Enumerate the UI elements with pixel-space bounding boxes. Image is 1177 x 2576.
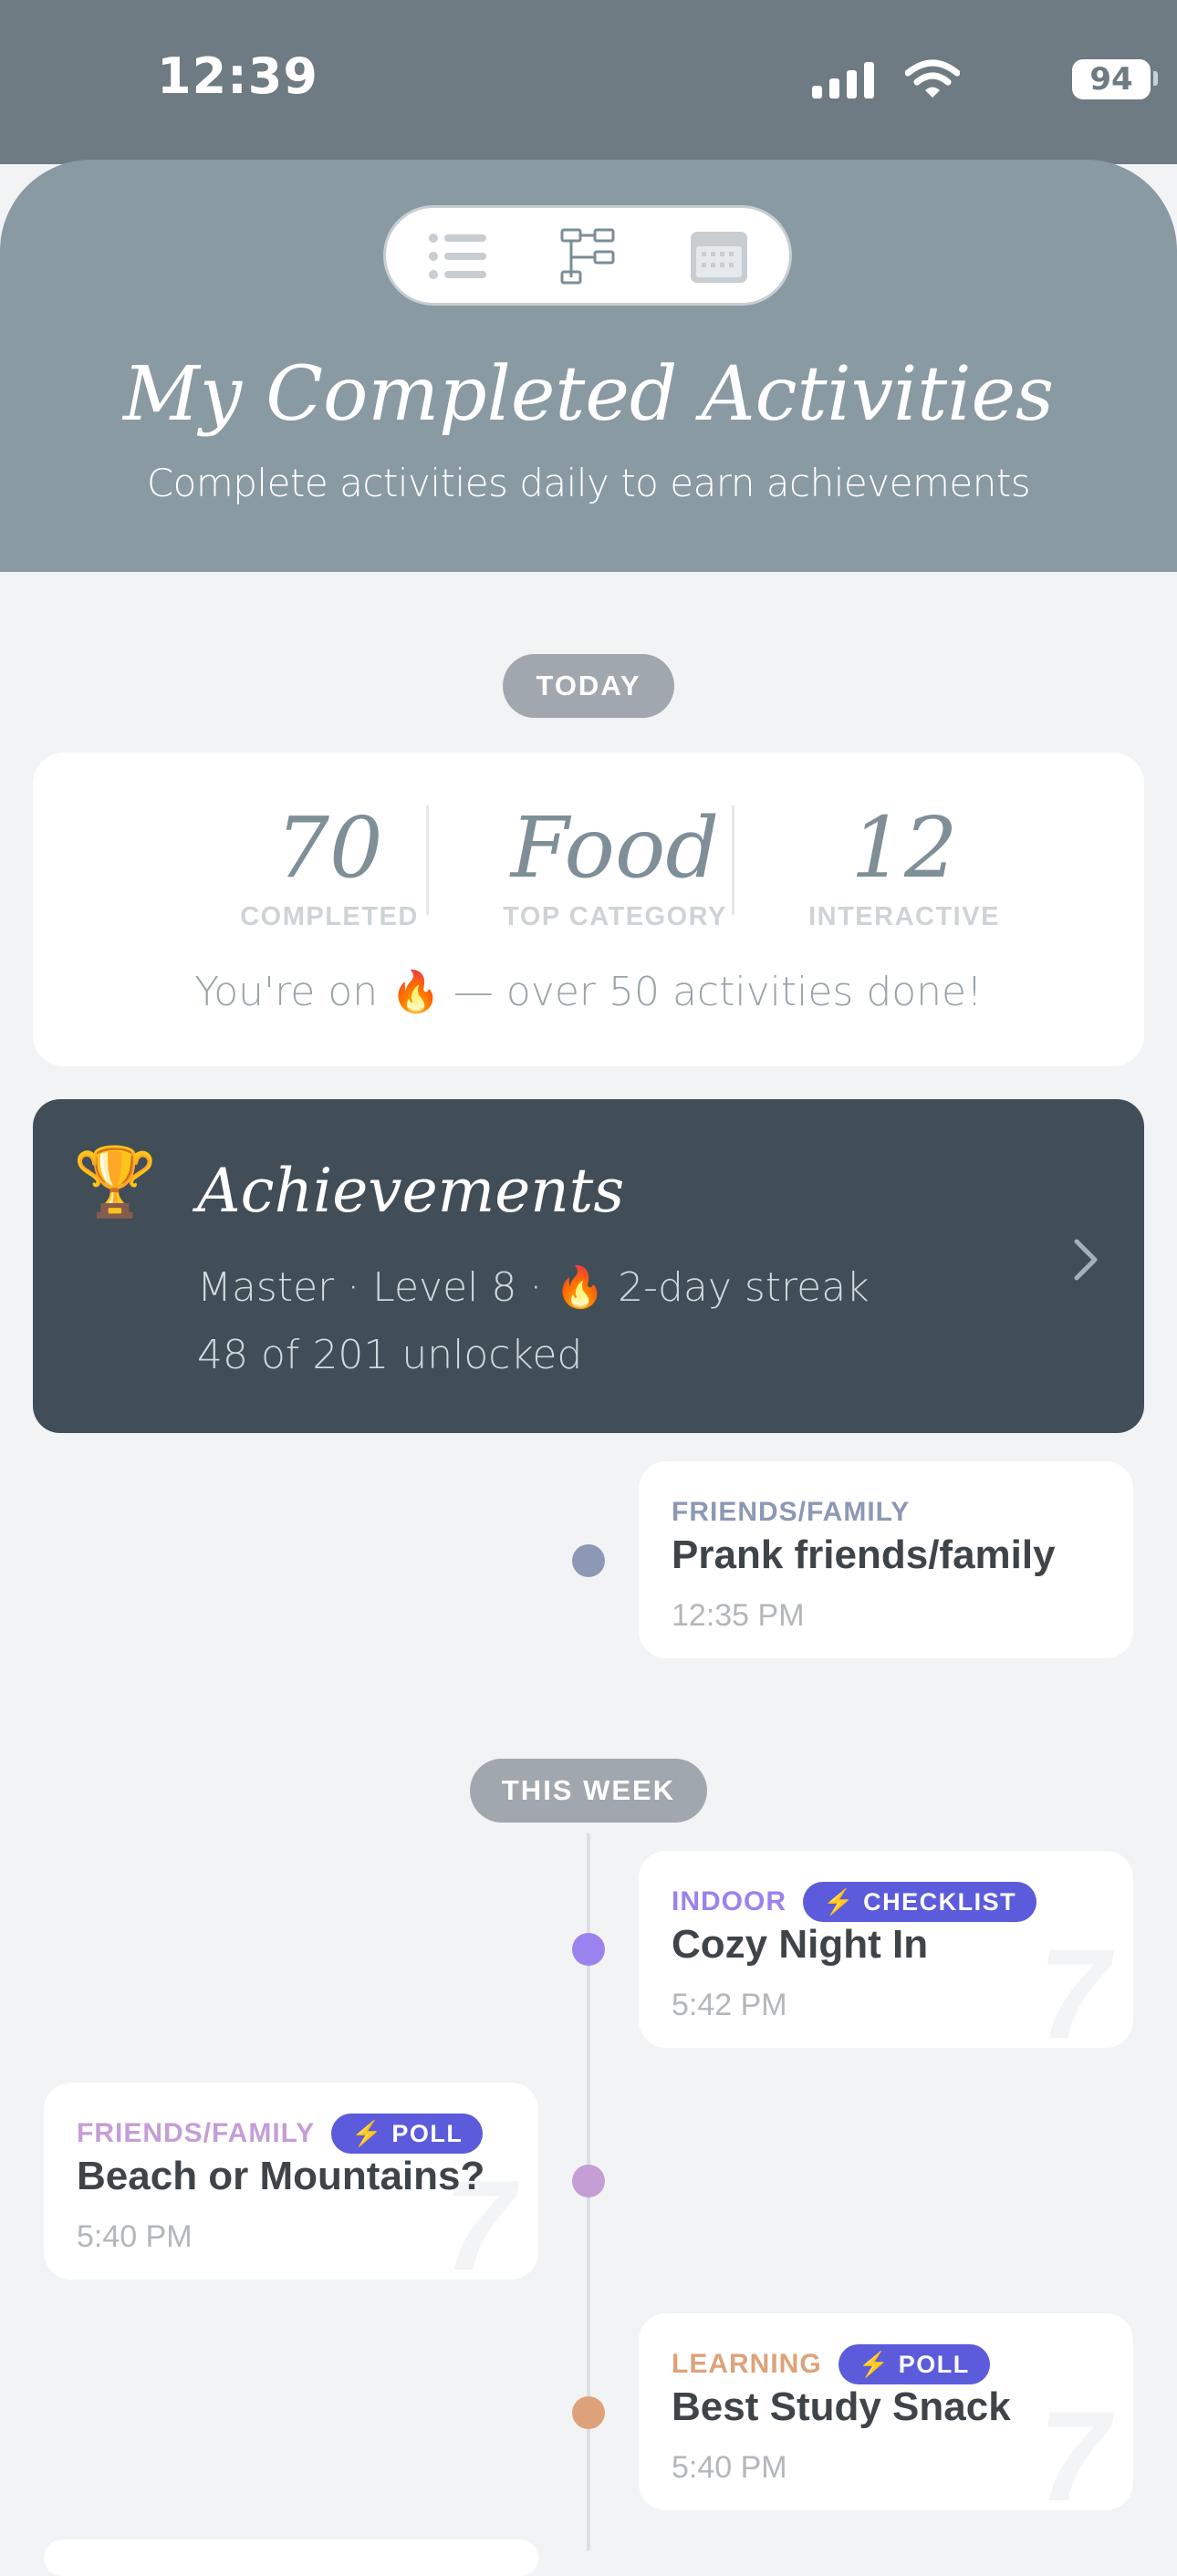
tree-view-button[interactable] [557, 226, 620, 286]
achievements-card[interactable]: 🏆 Achievements Master · Level 8 · 🔥 2-da… [33, 1099, 1144, 1433]
status-bar: 12:39 94 [0, 0, 1177, 164]
status-icons: 94 [812, 57, 1177, 102]
activity-card[interactable]: FRIENDS/FAMILY Prank friends/family 12:3… [639, 1461, 1133, 1658]
timeline-dot [572, 1933, 605, 1966]
activity-title: Prank friends/family [672, 1532, 1056, 1577]
stats-card: 70 COMPLETED Food TOP CATEGORY 12 INTERA… [33, 753, 1144, 1066]
section-label-this-week: THIS WEEK [470, 1759, 707, 1823]
activity-type-badge: ⚡ POLL [838, 2344, 990, 2384]
activity-category: LEARNING [672, 2349, 822, 2379]
activity-tags: FRIENDS/FAMILY ⚡ POLL [77, 2114, 484, 2154]
stat-completed: 70 COMPLETED [197, 798, 462, 932]
stat-completed-value: 70 [276, 799, 383, 897]
activity-watermark: 7 [1038, 2384, 1109, 2528]
activity-title: Beach or Mountains? [77, 2154, 485, 2198]
activity-category: FRIENDS/FAMILY [672, 1497, 911, 1527]
stat-interactive: 12 INTERACTIVE [763, 798, 1046, 932]
achievements-level: Master · Level 8 · 🔥 2-day streak [197, 1264, 870, 1311]
activity-tags: LEARNING ⚡ POLL [672, 2344, 990, 2384]
stat-interactive-label: INTERACTIVE [808, 902, 1000, 931]
stats-note: You're on 🔥 — over 50 activities done! [194, 969, 983, 1015]
stat-interactive-value: 12 [850, 799, 958, 897]
trophy-icon: 🏆 [73, 1144, 158, 1220]
header: My Completed Activities Complete activit… [0, 160, 1177, 572]
activity-title: Cozy Night In [672, 1922, 929, 1967]
list-view-button[interactable] [426, 226, 490, 286]
activity-time: 5:42 PM [672, 1988, 787, 2022]
timeline-dot [572, 2396, 605, 2429]
stat-divider [426, 805, 429, 915]
achievements-unlocked: 48 of 201 unlocked [197, 1332, 583, 1378]
achievements-title: Achievements [197, 1156, 625, 1226]
stat-top-category-label: TOP CATEGORY [503, 902, 727, 931]
activity-time: 5:40 PM [672, 2450, 787, 2485]
timeline-dot [572, 2165, 605, 2197]
activity-tags: INDOOR ⚡ CHECKLIST [672, 1882, 1037, 1922]
tree-view-icon [560, 228, 615, 285]
stat-top-category-value: Food [510, 799, 720, 897]
status-time: 12:39 [157, 47, 318, 105]
activity-time: 5:40 PM [77, 2219, 193, 2254]
activity-category: INDOOR [672, 1886, 786, 1916]
timeline-dot [572, 1544, 605, 1577]
activity-card[interactable] [44, 2540, 538, 2576]
activity-tags: FRIENDS/FAMILY [672, 1492, 910, 1532]
battery-indicator: 94 [1072, 59, 1151, 99]
stat-completed-label: COMPLETED [240, 902, 419, 931]
chevron-right-icon [1074, 1239, 1098, 1281]
page-title: My Completed Activities [122, 351, 1055, 438]
page-subtitle: Complete activities daily to earn achiev… [146, 461, 1031, 505]
cellular-signal-icon [812, 62, 874, 99]
activity-card[interactable]: 7 INDOOR ⚡ CHECKLIST Cozy Night In 5:42 P… [639, 1851, 1133, 2065]
calendar-view-icon [691, 232, 747, 283]
activity-type-badge: ⚡ POLL [331, 2114, 484, 2154]
wifi-icon [905, 59, 960, 98]
activity-type-badge: ⚡ CHECKLIST [803, 1882, 1037, 1922]
activity-card[interactable]: 7 FRIENDS/FAMILY ⚡ POLL Beach or Mountain… [44, 2083, 538, 2297]
stat-divider [732, 805, 734, 915]
stat-top-category: Food TOP CATEGORY [460, 798, 770, 932]
activity-time: 12:35 PM [672, 1598, 805, 1633]
battery-tip [1153, 71, 1158, 86]
view-switcher [383, 205, 792, 306]
activity-watermark: 7 [1038, 1922, 1109, 2065]
activity-card[interactable]: 7 LEARNING ⚡ POLL Best Study Snack 5:40 P… [639, 2313, 1133, 2528]
calendar-view-button[interactable] [687, 226, 751, 286]
activity-title: Best Study Snack [672, 2384, 1011, 2429]
section-label-today: TODAY [503, 654, 674, 718]
list-view-icon [429, 234, 486, 279]
activity-category: FRIENDS/FAMILY [77, 2118, 316, 2148]
